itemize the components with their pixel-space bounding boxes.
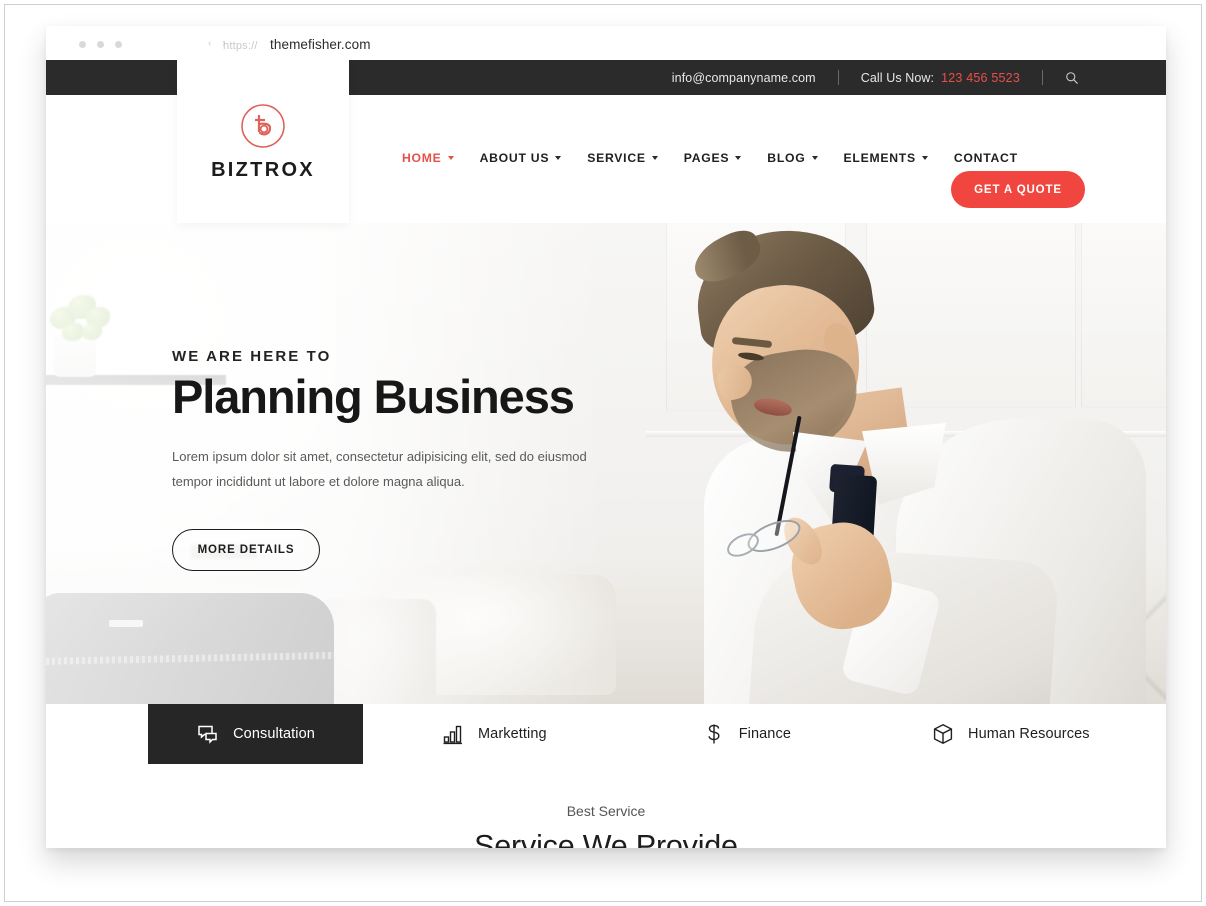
search-icon[interactable] bbox=[1065, 71, 1079, 85]
biztrox-monogram-icon bbox=[239, 102, 287, 150]
nav-item-pages[interactable]: PAGES bbox=[684, 151, 742, 165]
screenshot-frame: ‹ › https:// themefisher.com info@compan… bbox=[4, 4, 1202, 902]
minimize-dot-icon[interactable] bbox=[97, 41, 104, 48]
brand-name: BIZTROX bbox=[211, 158, 315, 181]
call-us-label: Call Us Now: bbox=[860, 70, 935, 85]
close-dot-icon[interactable] bbox=[79, 41, 86, 48]
tab-label: Marketting bbox=[478, 726, 547, 742]
tab-human-resources[interactable]: Human Resources bbox=[931, 704, 1090, 764]
window-controls[interactable] bbox=[79, 41, 122, 48]
more-details-button[interactable]: MORE DETAILS bbox=[172, 528, 320, 571]
url-host[interactable]: themefisher.com bbox=[270, 37, 371, 52]
url-protocol: https:// bbox=[223, 40, 258, 52]
box-icon bbox=[931, 722, 955, 746]
contact-email[interactable]: info@companyname.com bbox=[672, 71, 816, 85]
dollar-sign-icon bbox=[702, 722, 726, 746]
chevron-down-icon bbox=[735, 156, 742, 160]
nav-label: BLOG bbox=[767, 151, 806, 165]
tab-label: Finance bbox=[738, 726, 791, 742]
chevron-down-icon bbox=[921, 156, 928, 160]
nav-label: ABOUT US bbox=[479, 151, 550, 165]
nav-item-about-us[interactable]: ABOUT US bbox=[480, 151, 562, 165]
hero-section: WE ARE HERE TO Planning Business Lorem i… bbox=[46, 223, 1166, 704]
tab-consultation[interactable]: Consultation bbox=[148, 704, 363, 764]
maximize-dot-icon[interactable] bbox=[115, 41, 122, 48]
chevron-down-icon bbox=[651, 156, 658, 160]
tab-marketting[interactable]: Marketting bbox=[441, 704, 547, 764]
hero-copy: WE ARE HERE TO Planning Business Lorem i… bbox=[172, 348, 642, 571]
back-arrow-icon[interactable]: ‹ bbox=[208, 39, 211, 49]
hero-subtitle: Lorem ipsum dolor sit amet, consectetur … bbox=[172, 448, 587, 490]
businessman-photo bbox=[646, 223, 1166, 704]
tab-finance[interactable]: Finance bbox=[702, 704, 791, 764]
hero-eyebrow: WE ARE HERE TO bbox=[172, 348, 332, 365]
phone-number[interactable]: 123 456 5523 bbox=[941, 71, 1020, 85]
bar-chart-icon bbox=[441, 722, 465, 746]
nav-item-elements[interactable]: ELEMENTS bbox=[844, 151, 928, 165]
nav-label: ELEMENTS bbox=[843, 151, 916, 165]
brand-logo-panel[interactable]: BIZTROX bbox=[177, 60, 349, 223]
section-title: Service We Provide bbox=[474, 829, 738, 848]
tab-label: Human Resources bbox=[968, 726, 1090, 742]
divider bbox=[837, 70, 839, 85]
chevron-down-icon bbox=[447, 156, 454, 160]
nav-label: SERVICE bbox=[587, 151, 646, 165]
primary-nav: HOME ABOUT US SERVICE PAGES BLOG ELEMENT… bbox=[402, 151, 1018, 165]
nav-item-blog[interactable]: BLOG bbox=[767, 151, 818, 165]
nav-item-home[interactable]: HOME bbox=[402, 151, 454, 165]
nav-label: PAGES bbox=[683, 151, 730, 165]
nav-item-contact[interactable]: CONTACT bbox=[954, 151, 1018, 165]
browser-toolbar: ‹ › https:// themefisher.com bbox=[46, 26, 1166, 60]
nav-label: HOME bbox=[402, 151, 442, 165]
tab-label: Consultation bbox=[233, 726, 315, 742]
get-a-quote-button[interactable]: GET A QUOTE bbox=[951, 171, 1085, 208]
nav-item-service[interactable]: SERVICE bbox=[587, 151, 658, 165]
services-section: Best Service Service We Provide bbox=[46, 764, 1166, 848]
chevron-down-icon bbox=[555, 156, 562, 160]
hero-title: Planning Business bbox=[172, 370, 575, 423]
divider bbox=[1042, 70, 1043, 85]
chat-bubble-icon bbox=[196, 722, 220, 746]
chevron-down-icon bbox=[811, 156, 818, 160]
service-tab-strip: Consultation Marketting Finance Human Re… bbox=[46, 704, 1166, 764]
browser-window: ‹ › https:// themefisher.com info@compan… bbox=[46, 26, 1166, 848]
section-kicker: Best Service bbox=[566, 803, 646, 819]
nav-label: CONTACT bbox=[953, 151, 1018, 165]
website-viewport: info@companyname.com Call Us Now: 123 45… bbox=[46, 60, 1166, 848]
